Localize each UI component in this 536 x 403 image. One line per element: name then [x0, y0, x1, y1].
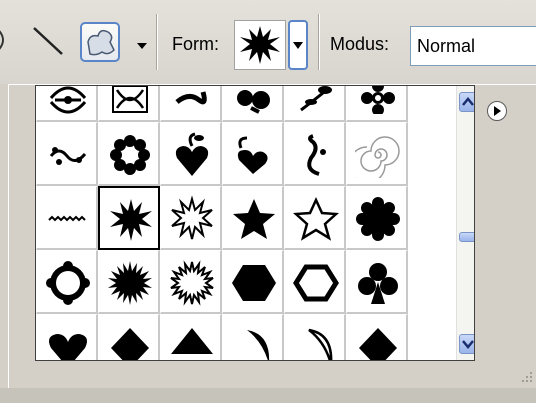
options-bar: Form: Modus: Normal — [0, 0, 536, 84]
triangle-icon — [171, 328, 213, 354]
sawtooth-line-icon — [48, 215, 86, 222]
ornament-icon — [361, 86, 395, 114]
moon-outline-icon — [308, 328, 333, 360]
panel-menu-button[interactable] — [487, 101, 507, 121]
star-filled-icon — [233, 199, 275, 239]
toolbar-separator — [318, 14, 320, 70]
scroll-thumb[interactable] — [459, 232, 474, 242]
flourish-icon — [307, 134, 326, 176]
chevron-up-icon — [462, 97, 474, 106]
shape-cell[interactable] — [222, 314, 284, 360]
blend-mode-select[interactable]: Normal — [410, 26, 536, 66]
shape-cell[interactable] — [36, 86, 98, 122]
chevron-down-icon — [293, 42, 303, 49]
hexagon-outline-icon — [293, 264, 339, 302]
star-burst-outline-icon — [171, 196, 213, 240]
scroll-down-button[interactable] — [459, 334, 474, 354]
moon-icon — [247, 330, 270, 360]
form-label: Form: — [172, 34, 219, 54]
chevron-down-icon[interactable] — [136, 37, 148, 49]
heart-ornament-icon — [175, 132, 209, 176]
star-burst-icon — [110, 199, 152, 241]
shape-cell[interactable] — [98, 86, 160, 122]
ornament-icon — [300, 86, 332, 112]
bottom-strip — [0, 388, 536, 403]
shape-picker-panel — [8, 84, 536, 388]
scroll-up-button[interactable] — [459, 92, 474, 112]
star-burst-icon — [240, 26, 280, 64]
resize-grip-icon[interactable] — [516, 368, 534, 386]
shape-cell[interactable] — [284, 314, 346, 360]
shape-cell[interactable] — [98, 314, 160, 360]
shape-cell[interactable] — [222, 86, 284, 122]
sun-burst-icon — [108, 261, 152, 305]
modus-label: Modus: — [330, 34, 390, 54]
club-icon — [358, 263, 398, 304]
scallop-circle-icon — [356, 197, 400, 241]
line-tool-icon[interactable] — [28, 22, 68, 58]
ellipse-tool-icon[interactable] — [0, 22, 22, 58]
diamond-icon — [111, 328, 149, 360]
leaf-heart-icon — [237, 136, 268, 174]
shape-cell[interactable] — [36, 314, 98, 360]
shape-cell[interactable] — [98, 122, 160, 186]
shape-cell[interactable] — [346, 186, 408, 250]
sun-burst-outline-icon — [170, 260, 214, 306]
shape-cell[interactable] — [36, 250, 98, 314]
shape-cell[interactable] — [160, 186, 222, 250]
shape-cell[interactable] — [284, 86, 346, 122]
shape-cell[interactable] — [222, 122, 284, 186]
play-right-icon — [494, 106, 501, 116]
flourish-icon — [49, 147, 87, 165]
spiral-icon — [355, 136, 400, 178]
shape-cell[interactable] — [284, 186, 346, 250]
shape-cell[interactable] — [160, 314, 222, 360]
heart-icon — [49, 334, 87, 360]
shape-cell[interactable] — [160, 250, 222, 314]
ornament-icon — [49, 86, 87, 114]
ornament-icon — [237, 90, 270, 114]
ornament-icon — [112, 86, 148, 113]
shape-grid-scrollbar[interactable] — [456, 86, 474, 360]
shape-cell[interactable] — [160, 122, 222, 186]
shape-cell[interactable] — [346, 122, 408, 186]
shape-cell-selected[interactable] — [98, 186, 160, 250]
shape-cell[interactable] — [160, 86, 222, 122]
hexagon-filled-icon — [232, 265, 276, 301]
shape-cell[interactable] — [98, 250, 160, 314]
shape-cell[interactable] — [346, 314, 408, 360]
shape-preview-button[interactable] — [234, 20, 286, 70]
chevron-down-icon — [462, 340, 474, 349]
diamond-icon — [359, 328, 397, 360]
shape-cell[interactable] — [346, 86, 408, 122]
flower-icon — [110, 135, 150, 175]
ornament-icon — [175, 91, 207, 105]
shape-grid — [35, 85, 475, 361]
shape-dropdown-button[interactable] — [288, 20, 308, 70]
shape-cell[interactable] — [222, 250, 284, 314]
shape-cell[interactable] — [346, 250, 408, 314]
toolbar-separator — [156, 14, 158, 70]
custom-shape-tool-icon[interactable] — [80, 22, 120, 62]
shape-cell[interactable] — [36, 186, 98, 250]
shape-cell[interactable] — [284, 122, 346, 186]
shape-cell[interactable] — [222, 186, 284, 250]
shape-cell[interactable] — [36, 122, 98, 186]
star-outline-icon — [293, 197, 339, 241]
shape-cell[interactable] — [284, 250, 346, 314]
scallop-ring-icon — [46, 261, 90, 305]
